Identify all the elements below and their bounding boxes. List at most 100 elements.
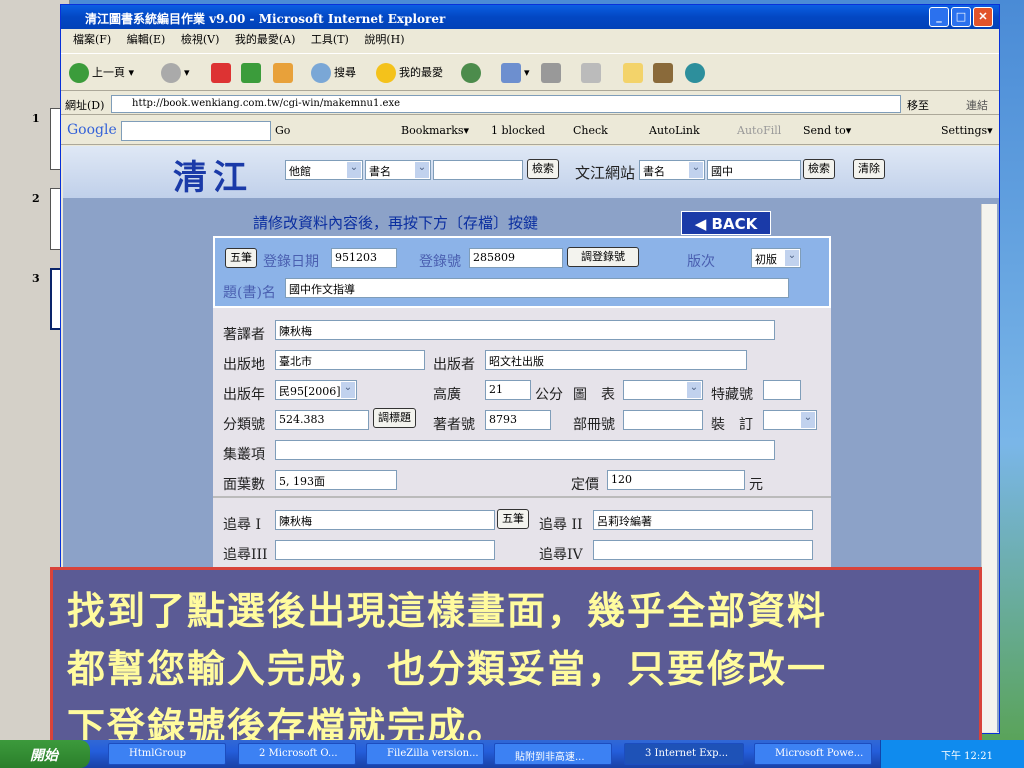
history-button[interactable] (461, 62, 484, 84)
five-stroke-button-2[interactable]: 五筆 (497, 509, 529, 529)
reg-no-input[interactable]: 285809 (469, 248, 563, 268)
author-label: 著譯者 (223, 327, 265, 343)
caption-line: 找到了點選後出現這樣畫面，幾乎全部資料 (67, 588, 828, 633)
adjust-reg-no-button[interactable]: 調登錄號 (567, 247, 639, 267)
special-input[interactable] (763, 380, 801, 400)
field-select[interactable]: 書名 (365, 160, 431, 180)
edition-select[interactable]: 初版 (751, 248, 801, 268)
form-main-section: 著譯者 陳秋梅 出版地 臺北市 出版者 昭文社出版 出版年 民95[2006] … (213, 308, 831, 496)
google-go-button[interactable]: Go (275, 124, 290, 137)
size-label: 高廣 (433, 387, 461, 403)
mail-button[interactable]: ▾ (501, 62, 530, 84)
keyword-input[interactable]: 國中 (707, 160, 801, 180)
figure-select[interactable] (623, 380, 703, 400)
task-microsoft-office[interactable]: 2 Microsoft O... (238, 743, 356, 765)
trace1-input[interactable]: 陳秋梅 (275, 510, 495, 530)
back-link[interactable]: ◀ BACK (681, 211, 771, 235)
stop-button[interactable] (211, 62, 234, 84)
print-button[interactable] (541, 62, 564, 84)
publisher-input[interactable]: 昭文社出版 (485, 350, 747, 370)
spell-check-button[interactable]: Check (573, 124, 608, 137)
instruction-text: 請修改資料內容後，再按下方〔存檔〕按鍵 (253, 214, 539, 232)
menu-tools[interactable]: 工具(T) (311, 33, 349, 46)
slide-caption: 找到了點選後出現這樣畫面，幾乎全部資料 都幫您輸入完成，也分類妥當，只要修改一 … (50, 567, 982, 749)
site-field-select[interactable]: 書名 (639, 160, 705, 180)
series-input[interactable] (275, 440, 775, 460)
folder-button[interactable] (623, 62, 646, 84)
url-input[interactable]: http://book.wenkiang.com.tw/cgi-win/make… (111, 95, 901, 113)
back-button[interactable]: 上一頁 ▾ (69, 62, 134, 84)
favorites-button[interactable]: 我的最愛 (376, 62, 443, 84)
class-no-input[interactable]: 524.383 (275, 410, 369, 430)
research-button[interactable] (653, 62, 676, 84)
site-search-button[interactable]: 檢索 (803, 159, 835, 179)
trace3-label: 追尋III (223, 547, 268, 563)
place-label: 出版地 (223, 357, 265, 373)
title-input[interactable]: 國中作文指導 (285, 278, 789, 298)
trace1-label: 追尋 I (223, 517, 261, 533)
trace3-input[interactable] (275, 540, 495, 560)
adjust-heading-button[interactable]: 調標題 (373, 408, 416, 428)
settings-button[interactable]: Settings▾ (941, 124, 993, 137)
popup-blocked[interactable]: 1 blocked (491, 124, 545, 137)
menu-view[interactable]: 檢視(V) (181, 33, 220, 46)
vertical-scrollbar[interactable] (981, 204, 997, 732)
bookmarks-button[interactable]: Bookmarks▾ (401, 124, 469, 137)
price-input[interactable]: 120 (607, 470, 745, 490)
messenger-button[interactable] (685, 62, 708, 84)
edit-icon (581, 63, 601, 83)
menu-file[interactable]: 檔案(F) (73, 33, 111, 46)
links-label[interactable]: 連結 (966, 97, 988, 113)
task-htmlgroup[interactable]: HtmlGroup (108, 743, 226, 765)
google-logo: Google (67, 122, 117, 138)
forward-button[interactable]: ▾ (161, 62, 190, 84)
go-button[interactable]: 移至 (907, 97, 929, 113)
task-folder[interactable]: 貼附到非高速... (494, 743, 612, 765)
library-select[interactable]: 他館 (285, 160, 363, 180)
author-no-input[interactable]: 8793 (485, 410, 551, 430)
menu-bar: 檔案(F) 編輯(E) 檢視(V) 我的最愛(A) 工具(T) 說明(H) (61, 31, 999, 51)
clear-button[interactable]: 清除 (853, 159, 885, 179)
menu-favorites[interactable]: 我的最愛(A) (235, 33, 296, 46)
minimize-button[interactable]: _ (929, 7, 949, 27)
caption-line: 都幫您輸入完成，也分類妥當，只要修改一 (67, 646, 828, 691)
trace2-input[interactable]: 呂莉玲編著 (593, 510, 813, 530)
task-internet-explorer[interactable]: 3 Internet Exp... (624, 743, 744, 765)
refresh-button[interactable] (241, 62, 264, 84)
maximize-button[interactable]: □ (951, 7, 971, 27)
folder-icon (623, 63, 643, 83)
year-select[interactable]: 民95[2006] (275, 380, 357, 400)
volume-input[interactable] (623, 410, 703, 430)
site-label: 文江網站 (575, 164, 636, 182)
close-button[interactable]: ✕ (973, 7, 993, 27)
five-stroke-button[interactable]: 五筆 (225, 248, 257, 268)
slide-number: 1 (32, 112, 40, 125)
start-button[interactable]: 開始 (0, 740, 90, 768)
size-input[interactable]: 21 (485, 380, 531, 400)
reg-no-label: 登錄號 (419, 254, 461, 270)
history-icon (461, 63, 481, 83)
clock[interactable]: 下午 12:21 (941, 751, 993, 762)
autofill-button[interactable]: AutoFill (737, 124, 781, 137)
task-powerpoint[interactable]: Microsoft Powe... (754, 743, 872, 765)
edition-label: 版次 (687, 254, 715, 270)
search-input[interactable] (433, 160, 523, 180)
menu-edit[interactable]: 編輯(E) (127, 33, 166, 46)
trace4-input[interactable] (593, 540, 813, 560)
site-banner: 清江 他館 書名 檢索 文江網站 書名 國中 檢索 清除 (63, 146, 999, 198)
google-search-input[interactable] (121, 121, 271, 141)
author-input[interactable]: 陳秋梅 (275, 320, 775, 340)
edit-button[interactable] (581, 62, 604, 84)
menu-help[interactable]: 說明(H) (364, 33, 404, 46)
search-button[interactable]: 檢索 (527, 159, 559, 179)
address-bar: 網址(D) http://book.wenkiang.com.tw/cgi-wi… (61, 93, 999, 115)
send-to-button[interactable]: Send to▾ (803, 124, 851, 137)
home-button[interactable] (273, 62, 296, 84)
place-input[interactable]: 臺北市 (275, 350, 425, 370)
pages-input[interactable]: 5, 193面 (275, 470, 397, 490)
search-button[interactable]: 搜尋 (311, 62, 356, 84)
reg-date-input[interactable]: 951203 (331, 248, 397, 268)
binding-select[interactable] (763, 410, 817, 430)
autolink-button[interactable]: AutoLink (649, 124, 700, 137)
task-filezilla[interactable]: FileZilla version... (366, 743, 484, 765)
